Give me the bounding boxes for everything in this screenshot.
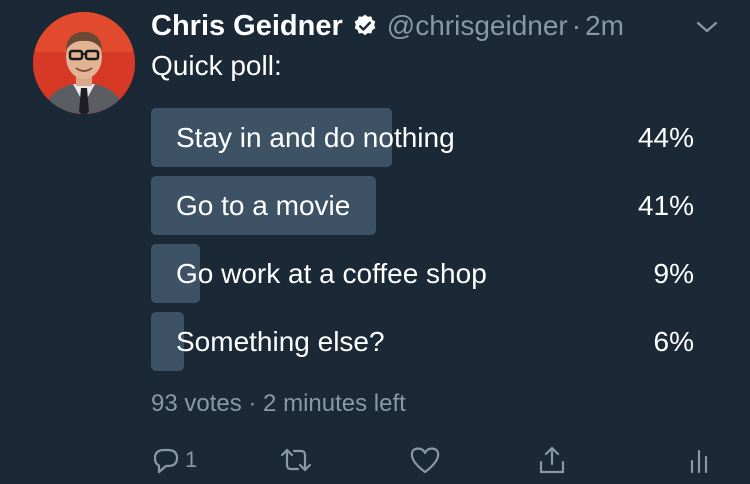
reply-count: 1 [185,447,198,472]
share-icon [537,445,567,475]
poll-option-percent: 44% [637,121,694,153]
avatar[interactable] [33,12,135,114]
like-button[interactable] [409,442,441,478]
like-icon [409,445,441,475]
poll-option-percent: 9% [653,257,694,289]
poll-option-label: Something else? [176,325,385,357]
chevron-down-icon[interactable] [694,14,720,40]
poll-option-label: Go to a movie [176,189,351,221]
retweet-icon [279,445,313,475]
reply-button[interactable]: 1 [151,442,197,478]
analytics-icon [687,445,711,475]
author-handle[interactable]: @chrisgeidner [387,10,568,42]
poll-option: Stay in and do nothing 44% [151,108,699,167]
tweet-header: Chris Geidner @chrisgeidner · 2m [151,8,730,44]
poll-meta: 93 votes · 2 minutes left [151,390,406,417]
poll-option-percent: 41% [637,189,694,221]
tweet-actions: 1 [151,442,716,478]
poll-option-label: Go work at a coffee shop [176,257,487,289]
author-name[interactable]: Chris Geidner [151,10,343,43]
poll: Stay in and do nothing 44% Go to a movie… [151,108,699,380]
share-button[interactable] [537,442,567,478]
verified-badge-icon [352,13,378,39]
header-separator: · [571,10,582,41]
analytics-button[interactable] [687,442,711,478]
tweet-text: Quick poll: [151,50,282,81]
poll-option: Something else? 6% [151,312,699,371]
poll-option-percent: 6% [653,325,694,357]
poll-option-label: Stay in and do nothing [176,121,455,153]
retweet-button[interactable] [279,442,313,478]
tweet-timestamp[interactable]: 2m [585,10,624,42]
poll-option: Go to a movie 41% [151,176,699,235]
reply-icon [151,445,181,475]
poll-option: Go work at a coffee shop 9% [151,244,699,303]
